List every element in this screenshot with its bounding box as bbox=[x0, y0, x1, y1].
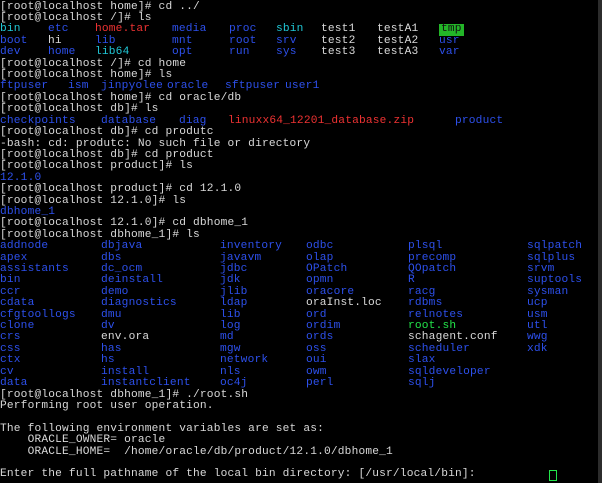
terminal-window[interactable]: [root@localhost home]# cd ../[root@local… bbox=[0, 0, 602, 483]
terminal-line: cv install nls owm sqldeveloper bbox=[0, 366, 596, 379]
listing-entry-dir: var bbox=[439, 46, 460, 59]
terminal-line: css has mgw oss scheduler xdk bbox=[0, 342, 596, 356]
listing-entry-dir: cdata bbox=[0, 297, 35, 310]
output-text: ORACLE_HOME= /home/oracle/db/product/12.… bbox=[0, 445, 393, 458]
terminal-line: ORACLE_HOME= /home/oracle/db/product/12.… bbox=[0, 445, 596, 459]
terminal-line: assistants dc_ocm jdbc OPatch QOpatch srvm bbox=[0, 263, 596, 276]
terminal-line: Enter the full pathname of the local bin… bbox=[0, 468, 596, 482]
output-text: Enter the full pathname of the local bin… bbox=[0, 468, 483, 481]
terminal-output: [root@localhost home]# cd ../[root@local… bbox=[0, 0, 596, 483]
output-text: test3 bbox=[321, 46, 356, 59]
terminal-line: apex dbs javavm olap precomp sqlplus bbox=[0, 252, 596, 265]
listing-entry-dir: run bbox=[229, 46, 250, 59]
listing-entry-dir: QOpatch bbox=[408, 263, 457, 276]
listing-entry-dir: diagnostics bbox=[101, 297, 177, 310]
listing-entry-dir: data bbox=[0, 377, 28, 390]
terminal-line: ctx hs network oui slax bbox=[0, 354, 596, 367]
listing-entry-dir: network bbox=[220, 354, 269, 367]
listing-entry-dir: ucp bbox=[527, 297, 548, 310]
listing-entry-dir: xdk bbox=[527, 342, 548, 355]
listing-entry-dir: product bbox=[455, 114, 504, 127]
terminal-line: boot hi lib mnt root srv test2 testA2 usr bbox=[0, 35, 596, 48]
terminal-line: clone dv log ordim root.sh utl bbox=[0, 320, 596, 333]
output-text: [root@localhost product]# cd 12.1.0 bbox=[0, 183, 242, 196]
listing-entry-dir: home bbox=[48, 46, 76, 59]
terminal-cursor[interactable] bbox=[549, 470, 557, 482]
listing-entry-dir: odbc bbox=[306, 240, 334, 253]
terminal-line: cfgtoollogs dmu lib ord relnotes usm bbox=[0, 309, 596, 322]
listing-entry-dir: oui bbox=[306, 354, 327, 367]
output-text: [root@localhost db]# ls bbox=[0, 103, 159, 116]
terminal-line: bin deinstall jdk opmn Rsuptools bbox=[0, 275, 596, 287]
terminal-line: ccr demo jlib oracore racg sysman bbox=[0, 286, 596, 299]
listing-entry-dir: sqlj bbox=[408, 377, 436, 390]
output-text: ORACLE_OWNER= oracle bbox=[0, 434, 166, 447]
listing-entry-dir: sys bbox=[276, 46, 297, 59]
terminal-line: [root@localhost product]# ls bbox=[0, 160, 596, 173]
terminal-line: bin etc home.tar media proc sbin test1 testA1 tm… bbox=[0, 23, 596, 36]
terminal-line: cdata diagnostics ldap oraInst.loc rdbms ucp bbox=[0, 297, 596, 310]
output-text: oraInst.loc bbox=[306, 297, 382, 310]
listing-entry-dir: addnode bbox=[0, 240, 49, 253]
listing-entry-dir: plsql bbox=[408, 240, 443, 253]
listing-entry-dir: ldap bbox=[220, 297, 248, 310]
terminal-line: [root@localhost 12.1.0]# ls bbox=[0, 195, 596, 208]
output-text: Performing root user operation. bbox=[0, 399, 214, 412]
listing-entry-archive: linuxx64_12201_database.zip bbox=[228, 114, 415, 127]
output-text: [root@localhost db]# cd produtc bbox=[0, 126, 214, 139]
listing-entry-dir: inventory bbox=[220, 240, 283, 253]
terminal-line: addnode dbjava inventory odbc plsql sqlpatch bbox=[0, 240, 596, 253]
listing-entry-dir: sqlpatch bbox=[527, 240, 583, 253]
listing-entry-dir: instantclient bbox=[101, 377, 191, 390]
listing-entry-dir: user1 bbox=[285, 80, 320, 93]
listing-entry-dir: oc4j bbox=[220, 377, 248, 390]
listing-entry-dir: perl bbox=[306, 377, 334, 390]
listing-entry-dir: rdbms bbox=[408, 297, 443, 310]
listing-entry-link: lib64 bbox=[95, 46, 130, 59]
listing-entry-dir: dev bbox=[0, 46, 21, 59]
listing-entry-dir: opt bbox=[172, 46, 193, 59]
listing-entry-dir: ctx bbox=[0, 354, 21, 367]
terminal-line: crs env.ora md ords schagent.conf wwg bbox=[0, 332, 596, 344]
terminal-line: [root@localhost dbhome_1]# ls bbox=[0, 229, 596, 242]
window-right-edge bbox=[598, 0, 602, 483]
output-text: testA3 bbox=[377, 46, 419, 59]
listing-entry-dir: slax bbox=[408, 354, 436, 367]
listing-entry-dir: hs bbox=[101, 354, 115, 367]
terminal-line: Performing root user operation. bbox=[0, 399, 596, 413]
listing-entry-dir: dbjava bbox=[101, 240, 143, 253]
